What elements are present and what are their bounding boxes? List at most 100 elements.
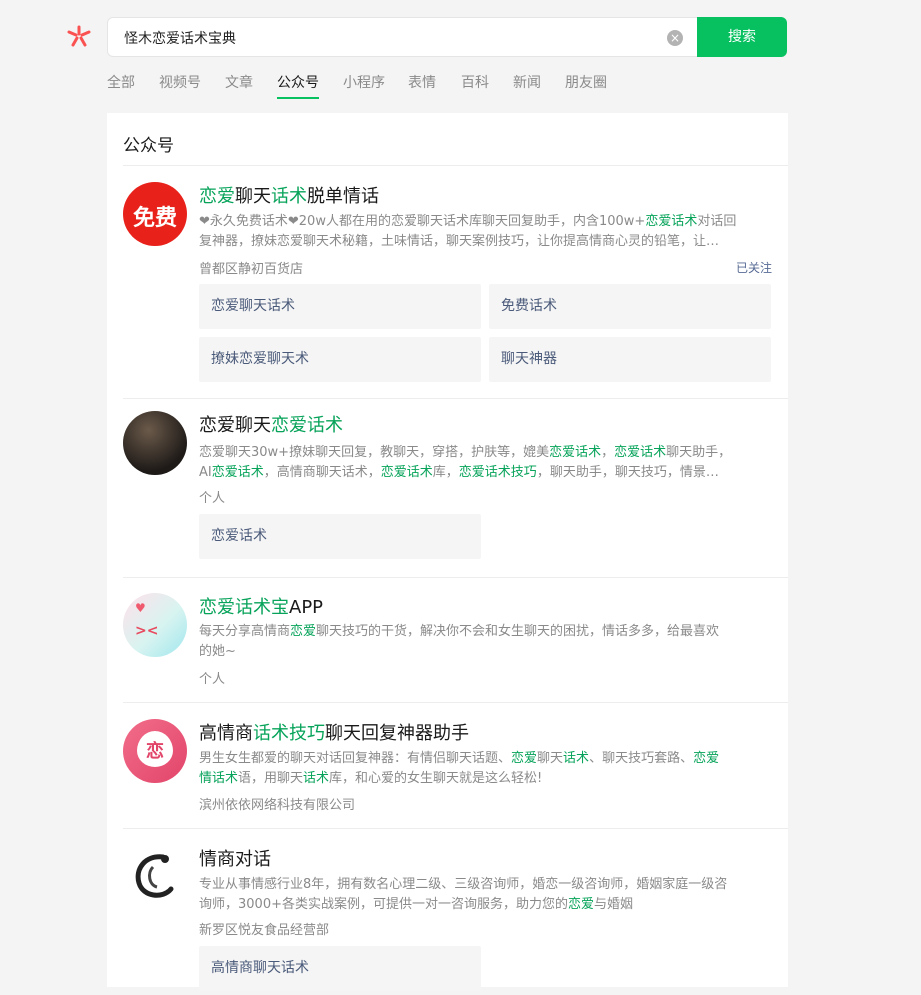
avatar (123, 411, 187, 475)
face-icon: >< (135, 623, 159, 639)
search-input[interactable]: 怪木恋爱话术宝典 (124, 28, 236, 48)
text-segment: 聊天 (235, 186, 271, 207)
keyword-highlight: 情话术 (199, 771, 239, 786)
avatar: ♥ >< (123, 593, 187, 657)
result-source: 个人 (199, 672, 226, 687)
result-description-line2: 情话术语，用聊天话术库，和心爱的女生聊天就是这么轻松! (199, 769, 769, 789)
avatar-text: 免费 (132, 206, 177, 231)
avatar: 恋 (123, 719, 187, 783)
tab-articles[interactable]: 文章 (225, 72, 253, 92)
result-item[interactable]: 恋爱聊天恋爱话术 恋爱聊天30w+撩妹聊天回复，教聊天，穿搭，护肤等，媲美恋爱话… (123, 411, 772, 571)
wechat-search-logo-icon[interactable] (65, 22, 93, 50)
result-description-line2: 询师，3000+各类实战案例，可提供一对一咨询服务，助力您的恋爱与婚姻 (199, 895, 769, 915)
clear-icon[interactable]: × (667, 30, 683, 46)
divider (123, 577, 788, 578)
result-source: 滨州依依网络科技有限公司 (199, 798, 356, 813)
divider (123, 398, 788, 399)
keyword-highlight: 恋爱话术 (380, 465, 433, 480)
text-segment: AI (199, 465, 212, 480)
avatar (123, 845, 187, 909)
keyword-highlight: 话术 (303, 771, 330, 786)
text-segment: ， (601, 445, 615, 460)
dragon-logo-icon (135, 854, 174, 898)
result-description-line2: 复神器，撩妹恋爱聊天术秘籍，土味情话，聊天案例技巧，让你提高情商心灵的铅笔，让… (199, 232, 769, 252)
related-chip[interactable]: 聊天神器 (489, 337, 771, 382)
keyword-highlight: 恋爱 (199, 186, 235, 207)
text-segment: 、聊天技巧套路、 (589, 751, 694, 766)
followed-badge[interactable]: 已关注 (736, 259, 772, 276)
tab-all[interactable]: 全部 (107, 72, 135, 92)
keyword-highlight: 恋爱 (511, 751, 538, 766)
text-segment: 专业从事情感行业8年，拥有数名心理二级、三级咨询师，婚恋一级咨询师，婚姻家庭一级… (199, 877, 728, 892)
text-segment: 语，用聊天 (238, 771, 304, 786)
avatar-text: 恋 (146, 741, 164, 762)
result-description-line1: ❤永久免费话术❤20w人都在用的恋爱聊天话术库聊天回复助手，内含100w+恋爱话… (199, 212, 769, 232)
related-chip[interactable]: 恋爱聊天话术 (199, 284, 481, 329)
keyword-highlight: 恋爱话术宝 (199, 597, 289, 618)
text-segment: 每天分享高情商 (199, 624, 291, 639)
divider (123, 702, 788, 703)
result-item[interactable]: 情商对话 专业从事情感行业8年，拥有数名心理二级、三级咨询师，婚恋一级咨询师，婚… (123, 845, 772, 995)
text-segment: APP (289, 597, 324, 618)
text-segment: 库， (432, 465, 459, 480)
tab-official-accounts[interactable]: 公众号 (277, 72, 319, 99)
text-segment: ❤永久免费话术❤20w人都在用的恋爱聊天话术库聊天回复助手，内含100w+ (199, 214, 646, 229)
search-box[interactable]: 怪木恋爱话术宝典 × (107, 17, 697, 57)
tab-mini-programs[interactable]: 小程序 (343, 72, 385, 92)
result-description-line1: 男生女生都爱的聊天对话回复神器：有情侣聊天话题、恋爱聊天话术、聊天技巧套路、恋爱 (199, 749, 769, 769)
result-item[interactable]: 免费 恋爱聊天话术脱单情话 ❤永久免费话术❤20w人都在用的恋爱聊天话术库聊天回… (123, 182, 772, 402)
result-title[interactable]: 恋爱聊天恋爱话术 (199, 411, 343, 437)
divider (123, 828, 788, 829)
result-title[interactable]: 恋爱话术宝APP (199, 593, 323, 619)
keyword-highlight: 恋爱话术 (614, 445, 667, 460)
text-segment: 询师，3000+各类实战案例，可提供一对一咨询服务，助力您的 (199, 897, 568, 912)
text-segment: 高情商 (199, 723, 253, 744)
related-chip[interactable]: 免费话术 (489, 284, 771, 329)
keyword-highlight: 恋爱话术技巧 (458, 465, 537, 480)
text-segment: 情商对话 (199, 849, 271, 870)
keyword-highlight: 恋爱话术 (549, 445, 602, 460)
result-description-line1: 恋爱聊天30w+撩妹聊天回复，教聊天，穿搭，护肤等，媲美恋爱话术，恋爱话术聊天助… (199, 443, 769, 463)
tab-moments[interactable]: 朋友圈 (565, 72, 607, 92)
text-segment: 库，和心爱的女生聊天就是这么轻松! (329, 771, 543, 786)
result-title[interactable]: 恋爱聊天话术脱单情话 (199, 182, 379, 208)
tab-stickers[interactable]: 表情 (408, 72, 436, 92)
result-title[interactable]: 情商对话 (199, 845, 271, 871)
result-source: 个人 (199, 491, 226, 506)
top-bar: 怪木恋爱话术宝典 × 搜索 全部 视频号 文章 公众号 小程序 表情 百科 新闻… (0, 0, 921, 110)
result-description-line2: 的她~ (199, 642, 769, 662)
search-button[interactable]: 搜索 (697, 17, 787, 57)
keyword-highlight: 恋爱话术 (271, 415, 343, 436)
text-segment: 聊天回复神器助手 (325, 723, 469, 744)
tab-news[interactable]: 新闻 (513, 72, 541, 92)
tab-channels[interactable]: 视频号 (159, 72, 201, 92)
related-chip[interactable]: 撩妹恋爱聊天术 (199, 337, 481, 382)
text-segment: 聊天技巧的干货，解决你不会和女生聊天的困扰，情话多多，给最喜欢 (316, 624, 720, 639)
keyword-highlight: 话术 (563, 751, 590, 766)
keyword-highlight: 恋爱 (693, 751, 720, 766)
result-source: 新罗区悦友食品经营部 (199, 923, 330, 938)
text-segment: 恋爱聊天 (199, 415, 271, 436)
section-title: 公众号 (123, 136, 174, 156)
result-description-line2: AI恋爱话术，高情商聊天话术，恋爱话术库，恋爱话术技巧，聊天助手，聊天技巧，情景… (199, 463, 769, 483)
text-segment: 恋爱聊天30w+撩妹聊天回复，教聊天，穿搭，护肤等，媲美 (199, 445, 550, 460)
keyword-highlight: 话术技巧 (253, 723, 325, 744)
result-item[interactable]: 恋 高情商话术技巧聊天回复神器助手 男生女生都爱的聊天对话回复神器：有情侣聊天话… (123, 719, 772, 829)
text-segment: 对话回 (697, 214, 737, 229)
tab-encyclopedia[interactable]: 百科 (461, 72, 489, 92)
text-segment: ，高情商聊天话术， (263, 465, 381, 480)
text-segment: 男生女生都爱的聊天对话回复神器：有情侣聊天话题、 (199, 751, 512, 766)
keyword-highlight: 恋爱话术 (645, 214, 698, 229)
text-segment: ，聊天助手，聊天技巧，情景… (536, 465, 719, 480)
text-segment: 的她~ (199, 644, 236, 659)
result-title[interactable]: 高情商话术技巧聊天回复神器助手 (199, 719, 469, 745)
text-segment: 聊天助手， (666, 445, 732, 460)
keyword-highlight: 恋爱 (290, 624, 317, 639)
related-chip[interactable]: 高情商聊天话术 (199, 946, 481, 991)
result-source: 曾都区静初百货店 (199, 262, 304, 277)
related-chip[interactable]: 恋爱话术 (199, 514, 481, 559)
result-description-line1: 专业从事情感行业8年，拥有数名心理二级、三级咨询师，婚恋一级咨询师，婚姻家庭一级… (199, 875, 769, 895)
result-item[interactable]: ♥ >< 恋爱话术宝APP 每天分享高情商恋爱聊天技巧的干货，解决你不会和女生聊… (123, 593, 772, 703)
text-segment: 脱单情话 (307, 186, 379, 207)
result-description-line1: 每天分享高情商恋爱聊天技巧的干货，解决你不会和女生聊天的困扰，情话多多，给最喜欢 (199, 622, 769, 642)
